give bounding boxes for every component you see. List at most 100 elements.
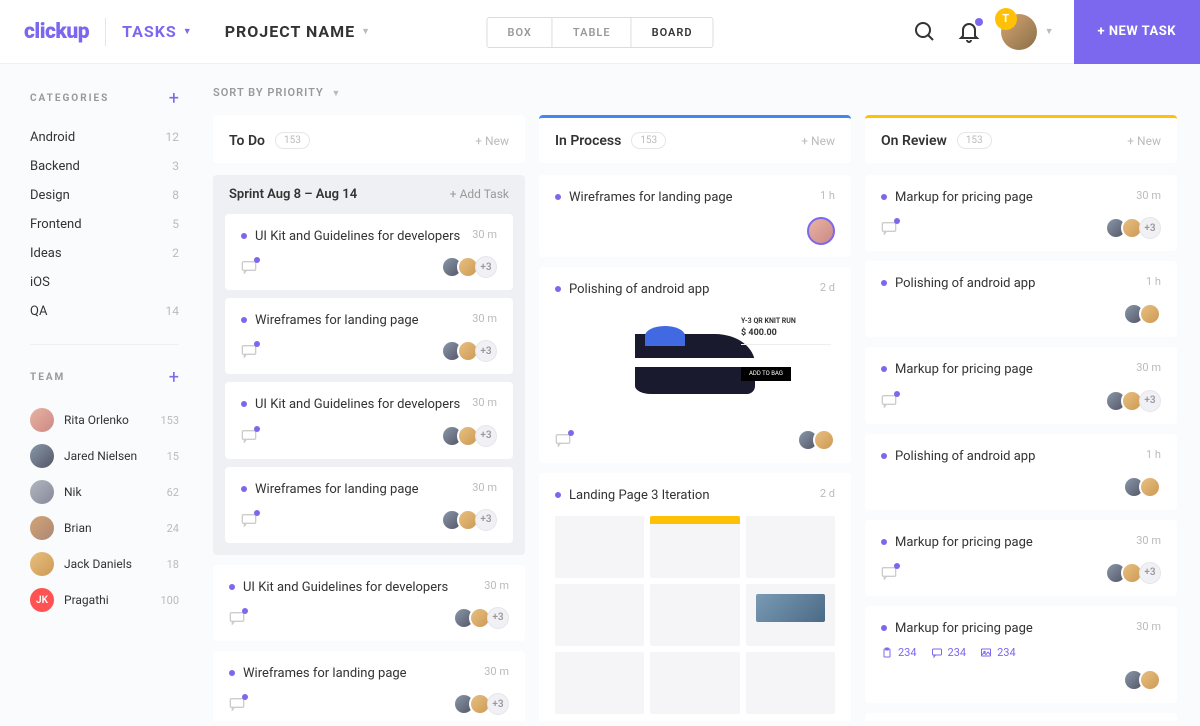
add-category-button[interactable]: + bbox=[169, 88, 179, 109]
column: On Review 153 + New Markup for pricing p… bbox=[865, 115, 1177, 721]
card-footer bbox=[881, 476, 1161, 498]
tasks-dropdown[interactable]: TASKS ▼ bbox=[122, 22, 193, 41]
view-table-button[interactable]: TABLE bbox=[553, 18, 632, 47]
column-count: 153 bbox=[275, 132, 310, 149]
team-item[interactable]: Jack Daniels18 bbox=[30, 546, 179, 582]
comment-icon[interactable] bbox=[555, 433, 571, 447]
column-count: 153 bbox=[631, 132, 666, 149]
card-time: 30 m bbox=[472, 228, 497, 241]
card-footer: +3 bbox=[241, 340, 497, 362]
task-card[interactable]: Markup for pricing page30 m+3 bbox=[865, 175, 1177, 251]
task-card[interactable]: Landing Page 3 Iteration2 d bbox=[539, 473, 851, 721]
unread-dot-icon bbox=[254, 257, 260, 263]
column-body: Wireframes for landing page1 h Polishing … bbox=[539, 175, 851, 721]
card-footer bbox=[881, 303, 1161, 325]
user-menu[interactable]: T ▼ bbox=[1001, 14, 1054, 50]
team-item[interactable]: JKPragathi100 bbox=[30, 582, 179, 618]
category-item[interactable]: Design 8 bbox=[30, 181, 179, 210]
comment-icon[interactable] bbox=[229, 611, 245, 625]
column-new-button[interactable]: + New bbox=[1127, 134, 1161, 148]
sprint-group: Sprint Aug 8 – Aug 14 + Add Task UI Kit … bbox=[213, 175, 525, 555]
category-item[interactable]: Ideas2 bbox=[30, 239, 179, 268]
column-new-button[interactable]: + New bbox=[801, 134, 835, 148]
task-card[interactable]: Wireframes for landing page30 m+3 bbox=[225, 467, 513, 543]
notification-dot-icon bbox=[975, 18, 983, 26]
category-item[interactable]: Android12 bbox=[30, 123, 179, 152]
assignees bbox=[797, 429, 835, 451]
priority-dot-icon bbox=[229, 584, 235, 590]
priority-dot-icon bbox=[555, 286, 561, 292]
meta-comment: 234 bbox=[931, 646, 967, 659]
avatar-more: +3 bbox=[475, 340, 497, 362]
category-item[interactable]: Backend3 bbox=[30, 152, 179, 181]
card-footer: +3 bbox=[229, 693, 509, 715]
category-name: Design bbox=[30, 188, 70, 203]
comment-icon[interactable] bbox=[881, 566, 897, 580]
comment-icon[interactable] bbox=[241, 513, 257, 527]
comment-icon[interactable] bbox=[881, 221, 897, 235]
board-area: SORT BY PRIORITY ▼ To Do 153 + New Sprin… bbox=[195, 64, 1200, 726]
task-card[interactable]: Wireframes for landing page1 h bbox=[539, 175, 851, 257]
avatar-more: +3 bbox=[1139, 562, 1161, 584]
column-title: In Process bbox=[555, 133, 621, 149]
team-item[interactable]: Rita Orlenko153 bbox=[30, 402, 179, 438]
project-name-dropdown[interactable]: PROJECT NAME ▼ bbox=[225, 22, 371, 41]
task-card[interactable]: Polishing of android app2 dY-3 QR KNIT R… bbox=[539, 267, 851, 463]
view-box-button[interactable]: BOX bbox=[487, 18, 552, 47]
column-new-button[interactable]: + New bbox=[475, 134, 509, 148]
task-card[interactable]: Polishing of android app1 h bbox=[865, 434, 1177, 510]
meta-image: 234 bbox=[980, 646, 1016, 659]
team-item[interactable]: Nik62 bbox=[30, 474, 179, 510]
team-name: Rita Orlenko bbox=[64, 413, 150, 427]
user-badge: T bbox=[995, 8, 1017, 30]
task-card[interactable]: UI Kit and Guidelines for developers30 m… bbox=[225, 382, 513, 458]
category-count: 8 bbox=[172, 188, 179, 203]
unread-dot-icon bbox=[254, 426, 260, 432]
project-name-label: PROJECT NAME bbox=[225, 22, 355, 41]
comment-icon[interactable] bbox=[229, 697, 245, 711]
team-header: TEAM + bbox=[30, 367, 179, 388]
card-title: UI Kit and Guidelines for developers bbox=[243, 579, 476, 597]
add-team-button[interactable]: + bbox=[169, 367, 179, 388]
category-item[interactable]: iOS bbox=[30, 268, 179, 297]
category-item[interactable]: Frontend5 bbox=[30, 210, 179, 239]
comment-icon[interactable] bbox=[881, 394, 897, 408]
team-name: Jared Nielsen bbox=[64, 449, 157, 463]
card-time: 30 m bbox=[472, 396, 497, 409]
category-count: 14 bbox=[166, 304, 180, 319]
column-header: On Review 153 + New bbox=[865, 115, 1177, 163]
task-card[interactable]: UI Kit and Guidelines for developers30 m… bbox=[225, 214, 513, 290]
bell-icon[interactable] bbox=[957, 20, 981, 44]
assignees bbox=[1123, 669, 1161, 691]
comment-icon[interactable] bbox=[241, 260, 257, 274]
comment-icon[interactable] bbox=[241, 344, 257, 358]
column-body: Sprint Aug 8 – Aug 14 + Add Task UI Kit … bbox=[213, 175, 525, 721]
task-card[interactable]: Markup for pricing page30 mSubtask Title… bbox=[865, 713, 1177, 721]
new-task-button[interactable]: + NEW TASK bbox=[1074, 0, 1200, 64]
sort-dropdown[interactable]: SORT BY PRIORITY ▼ bbox=[213, 86, 1200, 99]
comment-icon[interactable] bbox=[241, 429, 257, 443]
view-board-button[interactable]: BOARD bbox=[632, 18, 713, 47]
task-card[interactable]: Markup for pricing page30 m 234 234 234 bbox=[865, 606, 1177, 703]
preview-info: Y-3 QR KNIT RUN$ 400.00ADD TO BAG bbox=[741, 317, 831, 381]
task-card[interactable]: Markup for pricing page30 m+3 bbox=[865, 520, 1177, 596]
card-time: 30 m bbox=[1136, 620, 1161, 633]
priority-dot-icon bbox=[881, 625, 887, 631]
card-time: 2 d bbox=[820, 281, 835, 294]
search-icon[interactable] bbox=[913, 20, 937, 44]
caret-down-icon: ▼ bbox=[331, 89, 341, 99]
card-footer bbox=[881, 669, 1161, 691]
task-card[interactable]: Wireframes for landing page30 m+3 bbox=[225, 298, 513, 374]
task-card[interactable]: Wireframes for landing page30 m+3 bbox=[213, 651, 525, 721]
header: clickup TASKS ▼ PROJECT NAME ▼ BOX TABLE… bbox=[0, 0, 1200, 64]
card-title: Wireframes for landing page bbox=[243, 665, 476, 683]
card-title: Polishing of android app bbox=[895, 275, 1138, 293]
task-card[interactable]: Markup for pricing page30 m+3 bbox=[865, 347, 1177, 423]
team-item[interactable]: Jared Nielsen15 bbox=[30, 438, 179, 474]
team-item[interactable]: Brian24 bbox=[30, 510, 179, 546]
task-card[interactable]: UI Kit and Guidelines for developers30 m… bbox=[213, 565, 525, 641]
add-task-button[interactable]: + Add Task bbox=[450, 187, 509, 202]
caret-down-icon: ▼ bbox=[361, 26, 371, 37]
category-item[interactable]: QA14 bbox=[30, 297, 179, 326]
task-card[interactable]: Polishing of android app1 h bbox=[865, 261, 1177, 337]
